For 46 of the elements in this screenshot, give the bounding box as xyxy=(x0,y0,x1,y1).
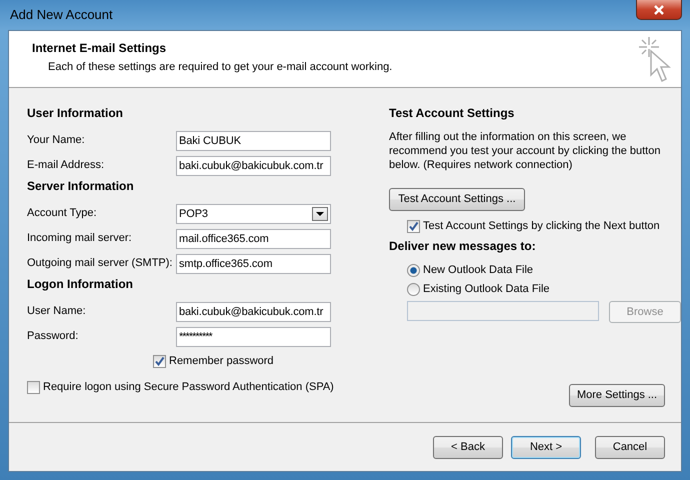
checkmark-icon xyxy=(408,220,419,232)
checkbox[interactable] xyxy=(407,220,420,232)
section-heading: User Information xyxy=(27,105,124,122)
input-field[interactable]: baki.cubuk@bakicubuk.com.tr xyxy=(176,302,331,322)
checkbox-label[interactable]: Require logon using Secure Password Authentication (SPA) xyxy=(43,379,334,396)
caret-icon xyxy=(316,212,324,216)
section-heading: Deliver new messages to: xyxy=(389,238,537,255)
dropdown-value: POP3 xyxy=(179,206,208,222)
section-heading: Server Information xyxy=(27,178,135,195)
close-icon xyxy=(653,4,665,14)
cursor-sparkle-icon xyxy=(637,35,671,83)
checkbox-label[interactable]: Test Account Settings by clicking the Next button xyxy=(423,218,660,234)
field-label: Incoming mail server: xyxy=(27,231,133,246)
dropdown-field[interactable]: POP3 xyxy=(176,204,331,224)
test-account-settings-button[interactable]: Test Account Settings ... xyxy=(389,188,525,211)
checkbox[interactable] xyxy=(153,355,166,368)
field-label: Password: xyxy=(27,329,80,344)
field-label: User Name: xyxy=(27,304,87,320)
section-heading: Test Account Settings xyxy=(389,105,516,122)
input-field[interactable]: smtp.office365.com xyxy=(176,254,331,274)
section-heading: Logon Information xyxy=(27,276,134,293)
dropdown-button[interactable] xyxy=(312,206,328,220)
input-field[interactable]: baki.cubuk@bakicubuk.com.tr xyxy=(176,156,331,176)
radio-button[interactable] xyxy=(407,283,420,296)
radio-label[interactable]: Existing Outlook Data File xyxy=(423,281,550,298)
field-label: Outgoing mail server (SMTP): xyxy=(27,256,174,272)
checkmark-icon xyxy=(154,356,165,367)
more-settings-button[interactable]: More Settings ... xyxy=(569,384,665,407)
header-title: Internet E-mail Settings xyxy=(32,40,168,57)
input-field[interactable]: mail.office365.com xyxy=(176,228,331,248)
password-field[interactable]: ********** xyxy=(176,326,331,346)
window-title: Add New Account xyxy=(9,6,113,24)
field-label: E-mail Address: xyxy=(27,158,106,174)
header-subtitle: Each of these settings are required to get your e-mail account working. xyxy=(47,60,394,75)
field-label: Account Type: xyxy=(27,206,98,222)
radio-button[interactable] xyxy=(407,264,420,277)
checkbox-label[interactable]: Remember password xyxy=(169,353,274,370)
input-field[interactable]: Baki CUBUK xyxy=(176,130,331,150)
radio-label[interactable]: New Outlook Data File xyxy=(423,262,534,279)
close-button[interactable] xyxy=(636,0,682,20)
checkbox[interactable] xyxy=(27,381,40,394)
wizard-button[interactable]: < Back xyxy=(433,436,503,458)
field-label: Your Name: xyxy=(27,133,86,148)
wizard-button[interactable]: Cancel xyxy=(595,436,665,458)
description-text: After filling out the information on this screen, we recommend you test your account by clicking the button below. (Requires network connection) xyxy=(389,130,662,172)
wizard-button[interactable]: Next > xyxy=(511,436,581,458)
